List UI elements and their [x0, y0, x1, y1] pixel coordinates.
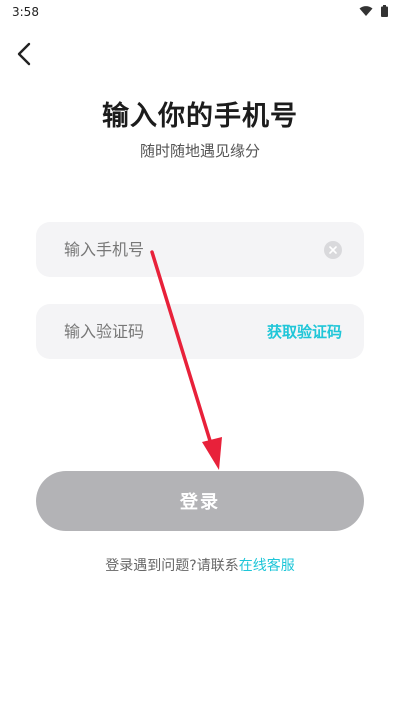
wifi-icon — [359, 5, 373, 20]
get-code-button[interactable]: 获取验证码 — [267, 321, 342, 342]
help-message: 登录遇到问题?请联系 — [105, 558, 239, 574]
status-icons — [359, 4, 388, 20]
battery-icon — [381, 4, 388, 20]
phone-input[interactable] — [64, 240, 254, 259]
help-text: 登录遇到问题?请联系在线客服 — [0, 555, 400, 575]
login-button[interactable]: 登录 — [36, 471, 364, 531]
clear-icon[interactable] — [324, 240, 342, 259]
login-screen: 3:58 输入你的手机号 随时随地遇见缘分 输入手机号 输入验证码 获取验证码 … — [0, 0, 400, 712]
back-arrow-icon — [17, 42, 31, 70]
online-support-link[interactable]: 在线客服 — [239, 558, 295, 574]
code-input[interactable] — [64, 322, 254, 341]
page-subtitle: 随时随地遇见缘分 — [139, 142, 260, 160]
back-button[interactable] — [6, 38, 42, 74]
status-bar: 3:58 — [0, 0, 400, 24]
phone-field — [36, 222, 364, 277]
status-time: 3:58 — [12, 5, 39, 19]
page-title: 输入你的手机号 — [102, 101, 298, 132]
code-field: 获取验证码 — [36, 304, 364, 359]
